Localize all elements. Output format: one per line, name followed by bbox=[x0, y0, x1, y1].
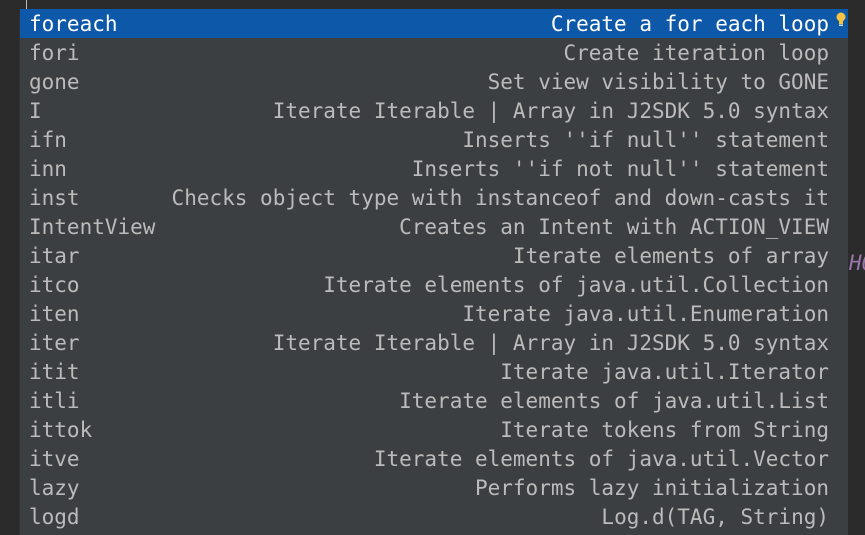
completion-item[interactable]: iten Iterate java.util.Enumeration bbox=[20, 299, 848, 328]
template-abbreviation: IntentView bbox=[29, 214, 156, 239]
completion-item[interactable]: I Iterate Iterable | Array in J2SDK 5.0 s… bbox=[20, 96, 848, 125]
template-abbreviation: inn bbox=[29, 156, 67, 181]
template-abbreviation: logd bbox=[29, 504, 80, 529]
live-template-completion-popup: foreach Create a for each loop fori Create … bbox=[19, 9, 848, 535]
template-description: Inserts ''if null'' statement bbox=[462, 127, 829, 152]
lightbulb-icon[interactable] bbox=[835, 11, 847, 29]
completion-item[interactable]: gone Set view visibility to GONE bbox=[20, 67, 848, 96]
template-description: Iterate elements of java.util.Vector bbox=[373, 446, 829, 471]
completion-item[interactable]: itco Iterate elements of java.util.Collec… bbox=[20, 270, 848, 299]
completion-item-selected[interactable]: foreach Create a for each loop bbox=[20, 9, 848, 38]
template-description: Inserts ''if not null'' statement bbox=[411, 156, 829, 181]
completion-item[interactable]: itit Iterate java.util.Iterator bbox=[20, 357, 848, 386]
template-abbreviation: iten bbox=[29, 301, 80, 326]
template-abbreviation: ifn bbox=[29, 127, 67, 152]
template-description: Iterate java.util.Iterator bbox=[500, 359, 829, 384]
template-abbreviation: foreach bbox=[29, 11, 118, 36]
completion-item[interactable]: logd Log.d(TAG, String) bbox=[20, 502, 848, 531]
completion-item[interactable]: lazy Performs lazy initialization bbox=[20, 473, 848, 502]
completion-item[interactable]: IntentView Creates an Intent with ACTION_… bbox=[20, 212, 848, 241]
template-abbreviation: iter bbox=[29, 330, 80, 355]
template-description: Performs lazy initialization bbox=[474, 475, 829, 500]
template-description: Iterate elements of java.util.List bbox=[399, 388, 829, 413]
template-abbreviation: itli bbox=[29, 388, 80, 413]
template-description: Iterate Iterable | Array in J2SDK 5.0 sy… bbox=[272, 330, 829, 355]
completion-item[interactable]: ittok Iterate tokens from String bbox=[20, 415, 848, 444]
completion-item[interactable]: inst Checks object type with instanceof a… bbox=[20, 183, 848, 212]
template-description: Create iteration loop bbox=[563, 40, 829, 65]
background-code-fragment: HO bbox=[849, 251, 865, 275]
template-description: Create a for each loop bbox=[550, 11, 829, 36]
template-description: Set view visibility to GONE bbox=[487, 69, 829, 94]
template-description: Log.d(TAG, String) bbox=[601, 504, 829, 529]
template-description: Iterate tokens from String bbox=[500, 417, 829, 442]
completion-item[interactable]: fori Create iteration loop bbox=[20, 38, 848, 67]
completion-item[interactable]: inn Inserts ''if not null'' statement bbox=[20, 154, 848, 183]
template-abbreviation: lazy bbox=[29, 475, 80, 500]
template-description: Checks object type with instanceof and d… bbox=[171, 185, 829, 210]
template-abbreviation: inst bbox=[29, 185, 80, 210]
template-abbreviation: itit bbox=[29, 359, 80, 384]
completion-item[interactable]: itar Iterate elements of array bbox=[20, 241, 848, 270]
template-description: Iterate Iterable | Array in J2SDK 5.0 sy… bbox=[272, 98, 829, 123]
completion-item[interactable]: itve Iterate elements of java.util.Vector bbox=[20, 444, 848, 473]
template-abbreviation: itve bbox=[29, 446, 80, 471]
template-description: Iterate elements of array bbox=[512, 243, 829, 268]
template-description: Iterate elements of java.util.Collection bbox=[323, 272, 829, 297]
template-abbreviation: I bbox=[29, 98, 42, 123]
text-caret bbox=[26, 0, 27, 9]
template-abbreviation: fori bbox=[29, 40, 80, 65]
completion-item[interactable]: iter Iterate Iterable | Array in J2SDK 5.… bbox=[20, 328, 848, 357]
template-abbreviation: itco bbox=[29, 272, 80, 297]
template-description: Creates an Intent with ACTION_VIEW bbox=[399, 214, 829, 239]
template-abbreviation: gone bbox=[29, 69, 80, 94]
template-abbreviation: itar bbox=[29, 243, 80, 268]
completion-list: foreach Create a for each loop fori Create … bbox=[20, 9, 848, 531]
completion-item[interactable]: ifn Inserts ''if null'' statement bbox=[20, 125, 848, 154]
completion-item[interactable]: itli Iterate elements of java.util.List bbox=[20, 386, 848, 415]
template-description: Iterate java.util.Enumeration bbox=[462, 301, 829, 326]
template-abbreviation: ittok bbox=[29, 417, 93, 442]
